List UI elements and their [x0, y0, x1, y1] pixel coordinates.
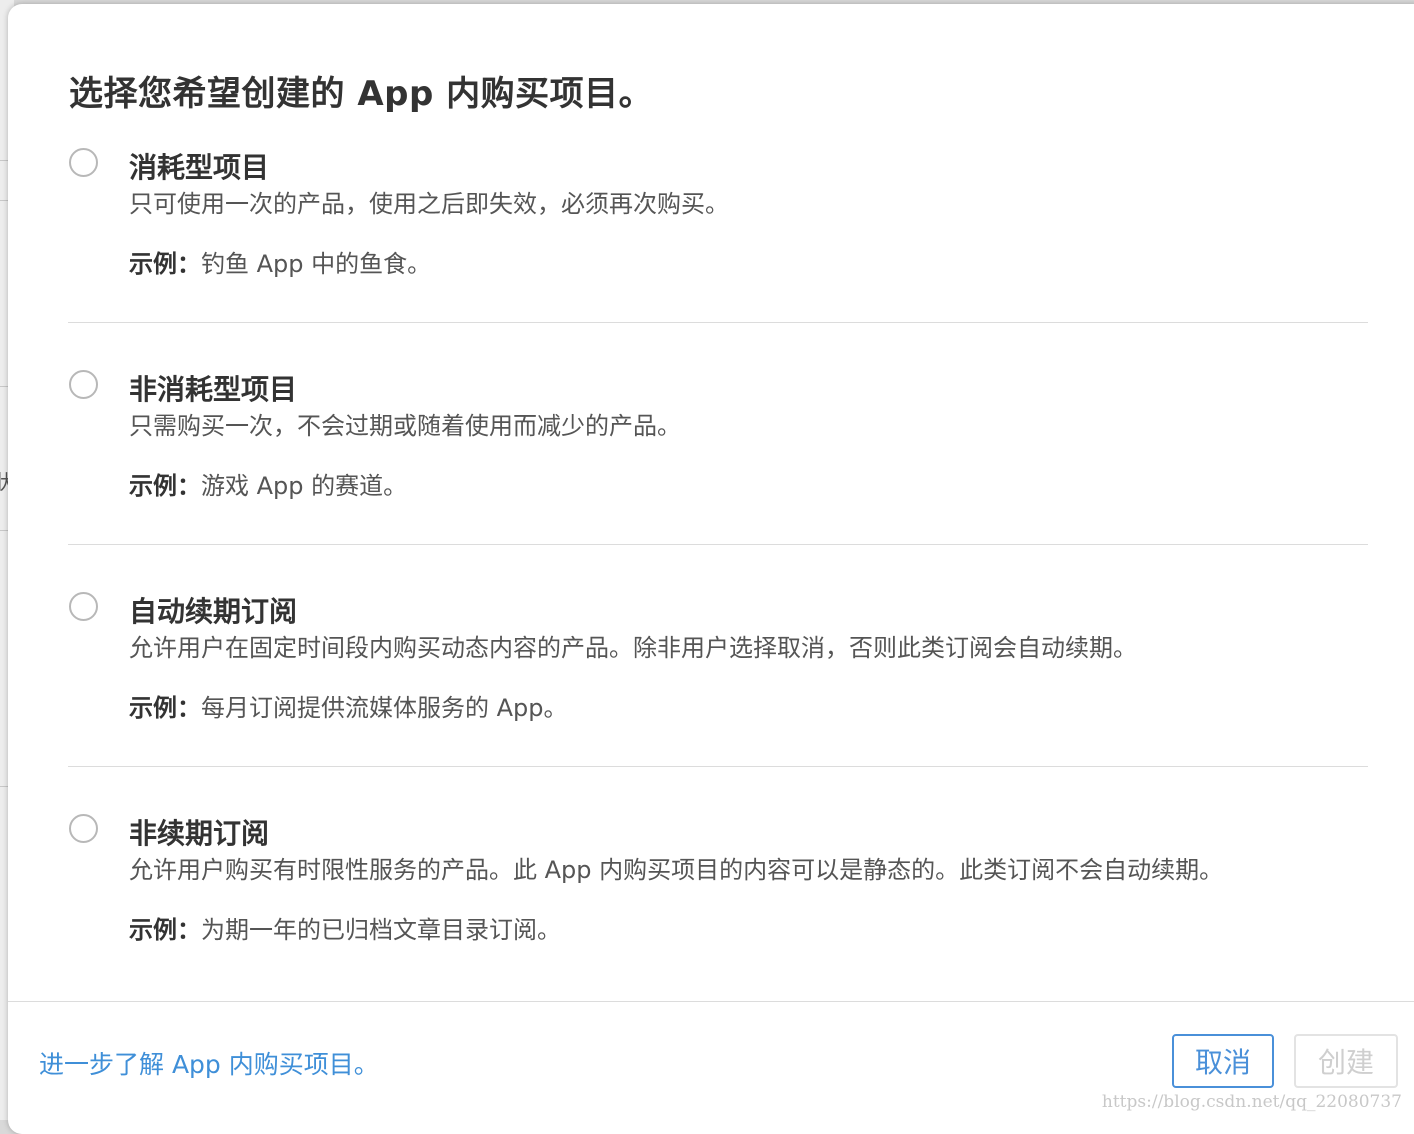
radio-auto-renewable-subscription[interactable] [69, 592, 98, 621]
option-divider [68, 766, 1368, 767]
example-label: 示例： [129, 250, 201, 278]
radio-non-consumable[interactable] [69, 370, 98, 399]
example-text: 为期一年的已归档文章目录订阅。 [201, 916, 561, 944]
learn-more-link[interactable]: 进一步了解 App 内购买项目。 [39, 1045, 379, 1081]
option-description: 允许用户在固定时间段内购买动态内容的产品。除非用户选择取消，否则此类订阅会自动续… [129, 634, 1137, 662]
option-title: 消耗型项目 [129, 151, 270, 184]
dialog-title: 选择您希望创建的 App 内购买项目。 [69, 74, 654, 114]
iap-type-dialog: 选择您希望创建的 App 内购买项目。 消耗型项目 只可使用一次的产品，使用之后… [8, 4, 1414, 1134]
option-example: 示例：为期一年的已归档文章目录订阅。 [129, 910, 561, 945]
footer-divider [8, 1001, 1414, 1002]
example-label: 示例： [129, 694, 201, 722]
watermark: https://blog.csdn.net/qq_22080737 [1101, 1092, 1402, 1112]
option-description: 只可使用一次的产品，使用之后即失效，必须再次购买。 [129, 190, 729, 218]
radio-consumable[interactable] [69, 148, 98, 177]
example-text: 钓鱼 App 中的鱼食。 [201, 250, 432, 278]
option-description: 允许用户购买有时限性服务的产品。此 App 内购买项目的内容可以是静态的。此类订… [129, 856, 1224, 884]
example-text: 游戏 App 的赛道。 [201, 472, 408, 500]
radio-non-renewing-subscription[interactable] [69, 814, 98, 843]
example-label: 示例： [129, 472, 201, 500]
option-title: 非消耗型项目 [129, 373, 298, 406]
option-description: 只需购买一次，不会过期或随着使用而减少的产品。 [129, 412, 681, 440]
option-example: 示例：游戏 App 的赛道。 [129, 466, 407, 501]
option-title: 非续期订阅 [129, 817, 270, 850]
create-button: 创建 [1294, 1034, 1398, 1088]
option-divider [68, 322, 1368, 323]
option-example: 示例：钓鱼 App 中的鱼食。 [129, 244, 431, 279]
option-example: 示例：每月订阅提供流媒体服务的 App。 [129, 688, 568, 723]
example-label: 示例： [129, 916, 201, 944]
option-divider [68, 544, 1368, 545]
option-title: 自动续期订阅 [129, 595, 298, 628]
cancel-button[interactable]: 取消 [1172, 1034, 1274, 1088]
example-text: 每月订阅提供流媒体服务的 App。 [201, 694, 568, 722]
